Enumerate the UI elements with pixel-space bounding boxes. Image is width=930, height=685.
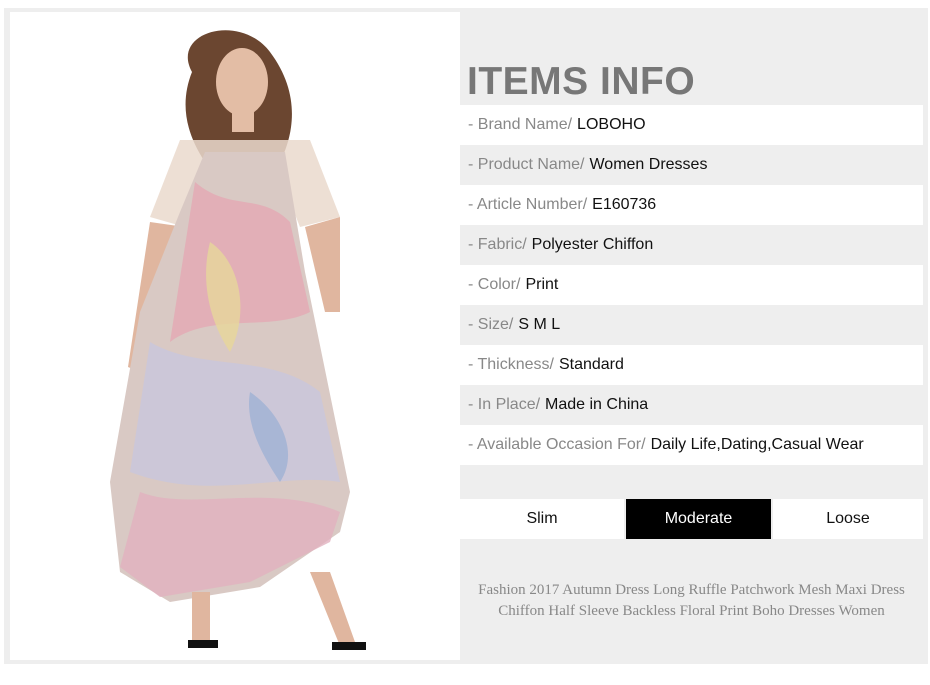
section-title: ITEMS INFO (467, 60, 696, 103)
spec-row-color: - Color/ Print (460, 265, 923, 305)
fit-option-slim[interactable]: Slim (460, 499, 624, 539)
spec-row-product-name: - Product Name/ Women Dresses (460, 145, 923, 185)
product-photo (10, 12, 460, 660)
spec-row-fabric: - Fabric/ Polyester Chiffon (460, 225, 923, 265)
spec-row-brand: - Brand Name/ LOBOHO (460, 105, 923, 145)
spec-row-occasion: - Available Occasion For/ Daily Life,Dat… (460, 425, 923, 465)
product-description: Fashion 2017 Autumn Dress Long Ruffle Pa… (478, 582, 905, 619)
model-in-dress-image (110, 30, 366, 650)
spec-label: - Available Occasion For/ (468, 436, 646, 453)
spec-label: - Size/ (468, 316, 514, 333)
spec-value: Standard (558, 356, 624, 373)
spec-row-thickness: - Thickness/ Standard (460, 345, 923, 385)
spec-value: Print (525, 276, 559, 293)
items-info-panel: ITEMS INFO - Brand Name/ LOBOHO - Produc… (460, 12, 923, 660)
spec-label: - Color/ (468, 276, 521, 293)
fit-option-moderate[interactable]: Moderate (626, 499, 771, 539)
spec-label: - Fabric/ (468, 236, 527, 253)
spec-label: - Brand Name/ (468, 116, 573, 133)
spec-label: - Article Number/ (468, 196, 588, 213)
spec-value: E160736 (592, 196, 657, 213)
spec-label: - Thickness/ (468, 356, 554, 373)
spec-row-size: - Size/ S M L (460, 305, 923, 345)
spec-row-in-place: - In Place/ Made in China (460, 385, 923, 425)
fit-option-loose[interactable]: Loose (773, 499, 923, 539)
spec-value: Daily Life,Dating,Casual Wear (650, 436, 864, 453)
spec-label: - Product Name/ (468, 156, 585, 173)
spec-label: - In Place/ (468, 396, 541, 413)
spec-row-article-number: - Article Number/ E160736 (460, 185, 923, 225)
spec-value: LOBOHO (577, 116, 646, 133)
spec-value: Made in China (545, 396, 649, 413)
spec-value: Polyester Chiffon (531, 236, 654, 253)
spec-value: Women Dresses (589, 156, 708, 173)
spec-value: S M L (518, 316, 561, 333)
